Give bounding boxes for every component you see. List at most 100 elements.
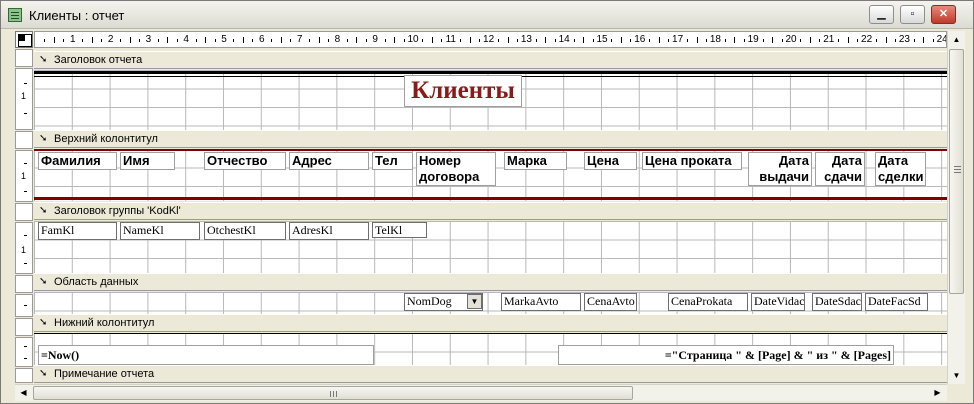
detail-band[interactable]: NomDog ▼ MarkaAvto CenaAvto CenaProkata …	[34, 292, 947, 314]
section-arrow-icon: ➘	[39, 317, 48, 328]
ruler-number: 18	[709, 34, 721, 45]
label-data-sdachi[interactable]: Дата сдачи	[815, 152, 865, 186]
label-adres[interactable]: Адрес	[289, 152, 369, 170]
vruler-number: 1	[21, 91, 27, 101]
scroll-down-arrow-icon[interactable]: ▼	[948, 367, 965, 384]
section-bar-report-header[interactable]: ➘ Заголовок отчета	[34, 51, 947, 69]
ruler-tick	[923, 37, 925, 43]
label-marka[interactable]: Марка	[504, 152, 567, 170]
page-header-band[interactable]: Фамилия Имя Отчество Адрес Тел Номер дог…	[34, 149, 947, 201]
label-tel[interactable]: Тел	[372, 152, 413, 170]
size-grip[interactable]	[947, 384, 965, 401]
close-button[interactable]: ✕	[931, 5, 956, 24]
field-cenaavto[interactable]: CenaAvto	[584, 293, 637, 311]
footer-top-rule[interactable]	[34, 333, 947, 334]
top-rule[interactable]	[34, 71, 947, 74]
ruler-tick	[138, 39, 140, 42]
field-markaavto[interactable]: MarkaAvto	[501, 293, 581, 311]
field-namekl[interactable]: NameKl	[120, 222, 200, 240]
ruler-tick	[280, 37, 282, 43]
field-datefacsd[interactable]: DateFacSd	[865, 293, 928, 311]
scroll-up-arrow-icon[interactable]: ▲	[948, 31, 965, 48]
ruler-tick	[394, 37, 396, 43]
ruler-tick	[271, 39, 273, 42]
label-data-sdelki[interactable]: Дата сделки	[875, 152, 926, 186]
field-adreskl[interactable]: AdresKl	[289, 222, 369, 240]
label-cena-prokata[interactable]: Цена проката	[642, 152, 742, 170]
group-header-band[interactable]: FamKl NameKl OtchestKl AdresKl TelKl	[34, 221, 947, 273]
ruler-tick	[819, 39, 821, 42]
section-bar-report-footer[interactable]: ➘ Примечание отчета	[34, 365, 947, 383]
ruler-tick	[309, 39, 311, 42]
ruler-tick	[516, 39, 518, 42]
label-otchestvo[interactable]: Отчество	[204, 152, 286, 170]
ruler-number: 17	[672, 34, 684, 45]
report-design-window: Клиенты : отчет ▁ ▫ ✕ 1 2 3 4 5 6 7 8 9 10 11 12 13 1…	[0, 0, 974, 404]
ruler-tick	[913, 39, 915, 42]
label-imya[interactable]: Имя	[120, 152, 175, 170]
ruler-tick	[668, 39, 670, 42]
title-bar[interactable]: Клиенты : отчет ▁ ▫ ✕	[1, 1, 973, 29]
label-data-vydachi[interactable]: Дата выдачи	[748, 152, 812, 186]
vertical-scrollbar[interactable]: ▲ ▼	[947, 31, 965, 384]
ruler-tick	[781, 39, 783, 42]
field-datevidac[interactable]: DateVidac	[751, 293, 805, 311]
section-arrow-icon: ➘	[39, 133, 48, 144]
horizontal-scrollbar[interactable]: ◀ ▶	[15, 384, 947, 401]
ruler-tick	[743, 39, 745, 42]
field-cenaprokata[interactable]: CenaProkata	[668, 293, 748, 311]
field-otchestkl[interactable]: OtchestKl	[204, 222, 286, 240]
section-bar-page-footer[interactable]: ➘ Нижний колонтитул	[34, 314, 947, 332]
section-bar-group-header[interactable]: ➘ Заголовок группы 'KodKl'	[34, 202, 947, 220]
label-nomer-dogovora[interactable]: Номер договора	[416, 152, 496, 186]
field-page-number[interactable]: ="Страница " & [Page] & " из " & [Pages]	[558, 345, 894, 365]
ruler-tick	[356, 37, 358, 43]
combo-dropdown-icon[interactable]: ▼	[467, 294, 482, 309]
scroll-left-arrow-icon[interactable]: ◀	[15, 385, 32, 401]
minimize-button[interactable]: ▁	[869, 5, 894, 24]
label-familia[interactable]: Фамилия	[38, 152, 117, 170]
ruler-number: 11	[445, 34, 456, 45]
page-footer-band[interactable]: =Now() ="Страница " & [Page] & " из " & …	[34, 333, 947, 367]
section-bar-detail[interactable]: ➘ Область данных	[34, 273, 947, 291]
section-arrow-icon: ➘	[39, 276, 48, 287]
ruler-tick	[932, 39, 934, 42]
ruler-tick	[687, 39, 689, 42]
vertical-ruler[interactable]: 1 1 1	[15, 49, 33, 383]
field-datesdac[interactable]: DateSdac	[812, 293, 862, 311]
field-telkl[interactable]: TelKl	[372, 222, 427, 238]
report-selector[interactable]	[15, 31, 33, 48]
field-famkl[interactable]: FamKl	[38, 222, 117, 240]
ruler-tick	[592, 39, 594, 42]
ruler-tick	[384, 39, 386, 42]
ruler-tick	[507, 37, 509, 43]
section-bar-page-header[interactable]: ➘ Верхний колонтитул	[34, 130, 947, 148]
report-design-canvas[interactable]: ➘ Заголовок отчета Клиенты ➘ Верхний кол…	[34, 49, 947, 383]
ruler-tick	[658, 37, 660, 43]
ruler-tick	[91, 37, 93, 43]
report-title-label[interactable]: Клиенты	[404, 75, 522, 107]
ruler-tick	[479, 39, 481, 42]
ruler-tick	[167, 37, 169, 43]
ruler-tick	[44, 39, 46, 42]
section-label: Заголовок отчета	[54, 54, 143, 66]
header-top-rule[interactable]	[34, 149, 947, 151]
scroll-right-arrow-icon[interactable]: ▶	[929, 385, 946, 401]
vertical-scroll-thumb[interactable]	[949, 49, 964, 294]
horizontal-ruler[interactable]: 1 2 3 4 5 6 7 8 9 10 11 12 13 14 15 16 17 18 19 20 21 22 23 24	[34, 31, 947, 48]
horizontal-scroll-thumb[interactable]	[33, 386, 633, 400]
restore-button[interactable]: ▫	[900, 5, 925, 24]
ruler-number: 23	[898, 34, 910, 45]
ruler-tick	[762, 39, 764, 42]
label-cena[interactable]: Цена	[584, 152, 637, 170]
section-label: Область данных	[54, 276, 139, 288]
ruler-tick	[545, 37, 547, 43]
ruler-tick	[554, 39, 556, 42]
ruler-tick	[630, 39, 632, 42]
ruler-number: 7	[296, 34, 303, 45]
ruler-number: 14	[558, 34, 570, 45]
ruler-tick	[252, 39, 254, 42]
field-now[interactable]: =Now()	[38, 345, 374, 365]
report-header-band[interactable]: Клиенты	[34, 70, 947, 130]
header-bottom-rule[interactable]	[34, 197, 947, 200]
